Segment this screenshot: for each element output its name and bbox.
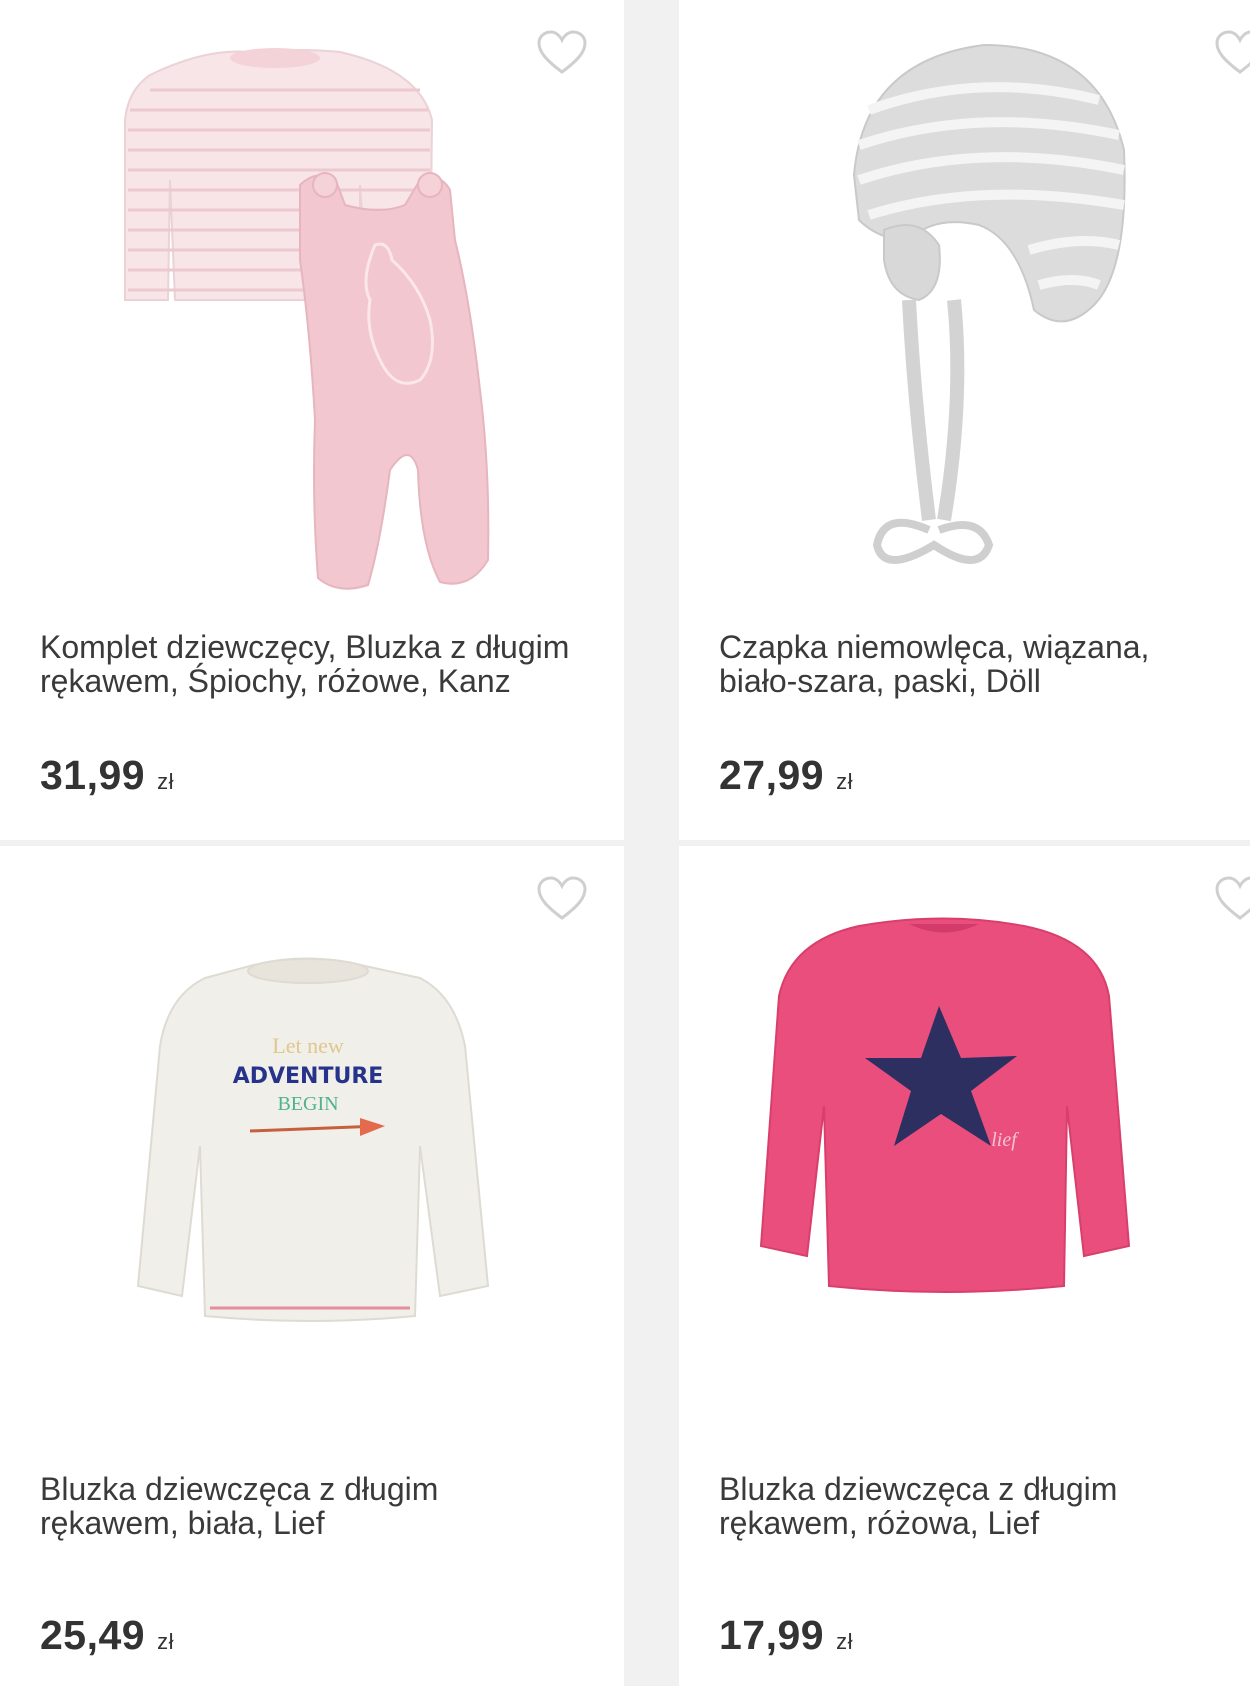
- favorite-heart-icon[interactable]: [536, 30, 588, 76]
- price-currency: zł: [836, 1629, 853, 1654]
- product-image[interactable]: [679, 0, 1250, 620]
- product-price: 17,99 zł: [719, 1612, 853, 1659]
- product-title[interactable]: Czapka niemowlęca, wiązana, biało-szara,…: [719, 630, 1219, 698]
- print-text-line-3: BEGIN: [277, 1093, 338, 1115]
- price-value: 31,99: [40, 752, 146, 798]
- price-currency: zł: [157, 1629, 174, 1654]
- product-card[interactable]: Komplet dziewczęcy, Bluzka z długim ręka…: [0, 0, 624, 840]
- product-grid: Komplet dziewczęcy, Bluzka z długim ręka…: [0, 0, 1250, 1686]
- product-title[interactable]: Komplet dziewczęcy, Bluzka z długim ręka…: [40, 630, 580, 698]
- product-image[interactable]: [0, 0, 624, 620]
- print-text-line-2: ADVENTURE: [233, 1064, 384, 1089]
- print-text-line-1: Let new: [272, 1033, 344, 1058]
- product-image[interactable]: lief: [679, 846, 1250, 1466]
- price-currency: zł: [157, 769, 174, 794]
- product-price: 31,99 zł: [40, 752, 174, 799]
- price-currency: zł: [836, 769, 853, 794]
- product-price: 27,99 zł: [719, 752, 853, 799]
- product-card[interactable]: Czapka niemowlęca, wiązana, biało-szara,…: [679, 0, 1250, 840]
- product-image[interactable]: Let new ADVENTURE BEGIN: [0, 846, 624, 1466]
- product-card[interactable]: lief Bluzka dziewczęca z długim rękawem,…: [679, 846, 1250, 1686]
- price-value: 25,49: [40, 1612, 146, 1658]
- favorite-heart-icon[interactable]: [1214, 30, 1250, 76]
- price-value: 27,99: [719, 752, 825, 798]
- product-price: 25,49 zł: [40, 1612, 174, 1659]
- price-value: 17,99: [719, 1612, 825, 1658]
- favorite-heart-icon[interactable]: [536, 876, 588, 922]
- product-title[interactable]: Bluzka dziewczęca z długim rękawem, różo…: [719, 1472, 1219, 1540]
- print-text: lief: [991, 1129, 1019, 1151]
- product-title[interactable]: Bluzka dziewczęca z długim rękawem, biał…: [40, 1472, 580, 1540]
- product-card[interactable]: Let new ADVENTURE BEGIN Bluzka dziewczęc…: [0, 846, 624, 1686]
- favorite-heart-icon[interactable]: [1214, 876, 1250, 922]
